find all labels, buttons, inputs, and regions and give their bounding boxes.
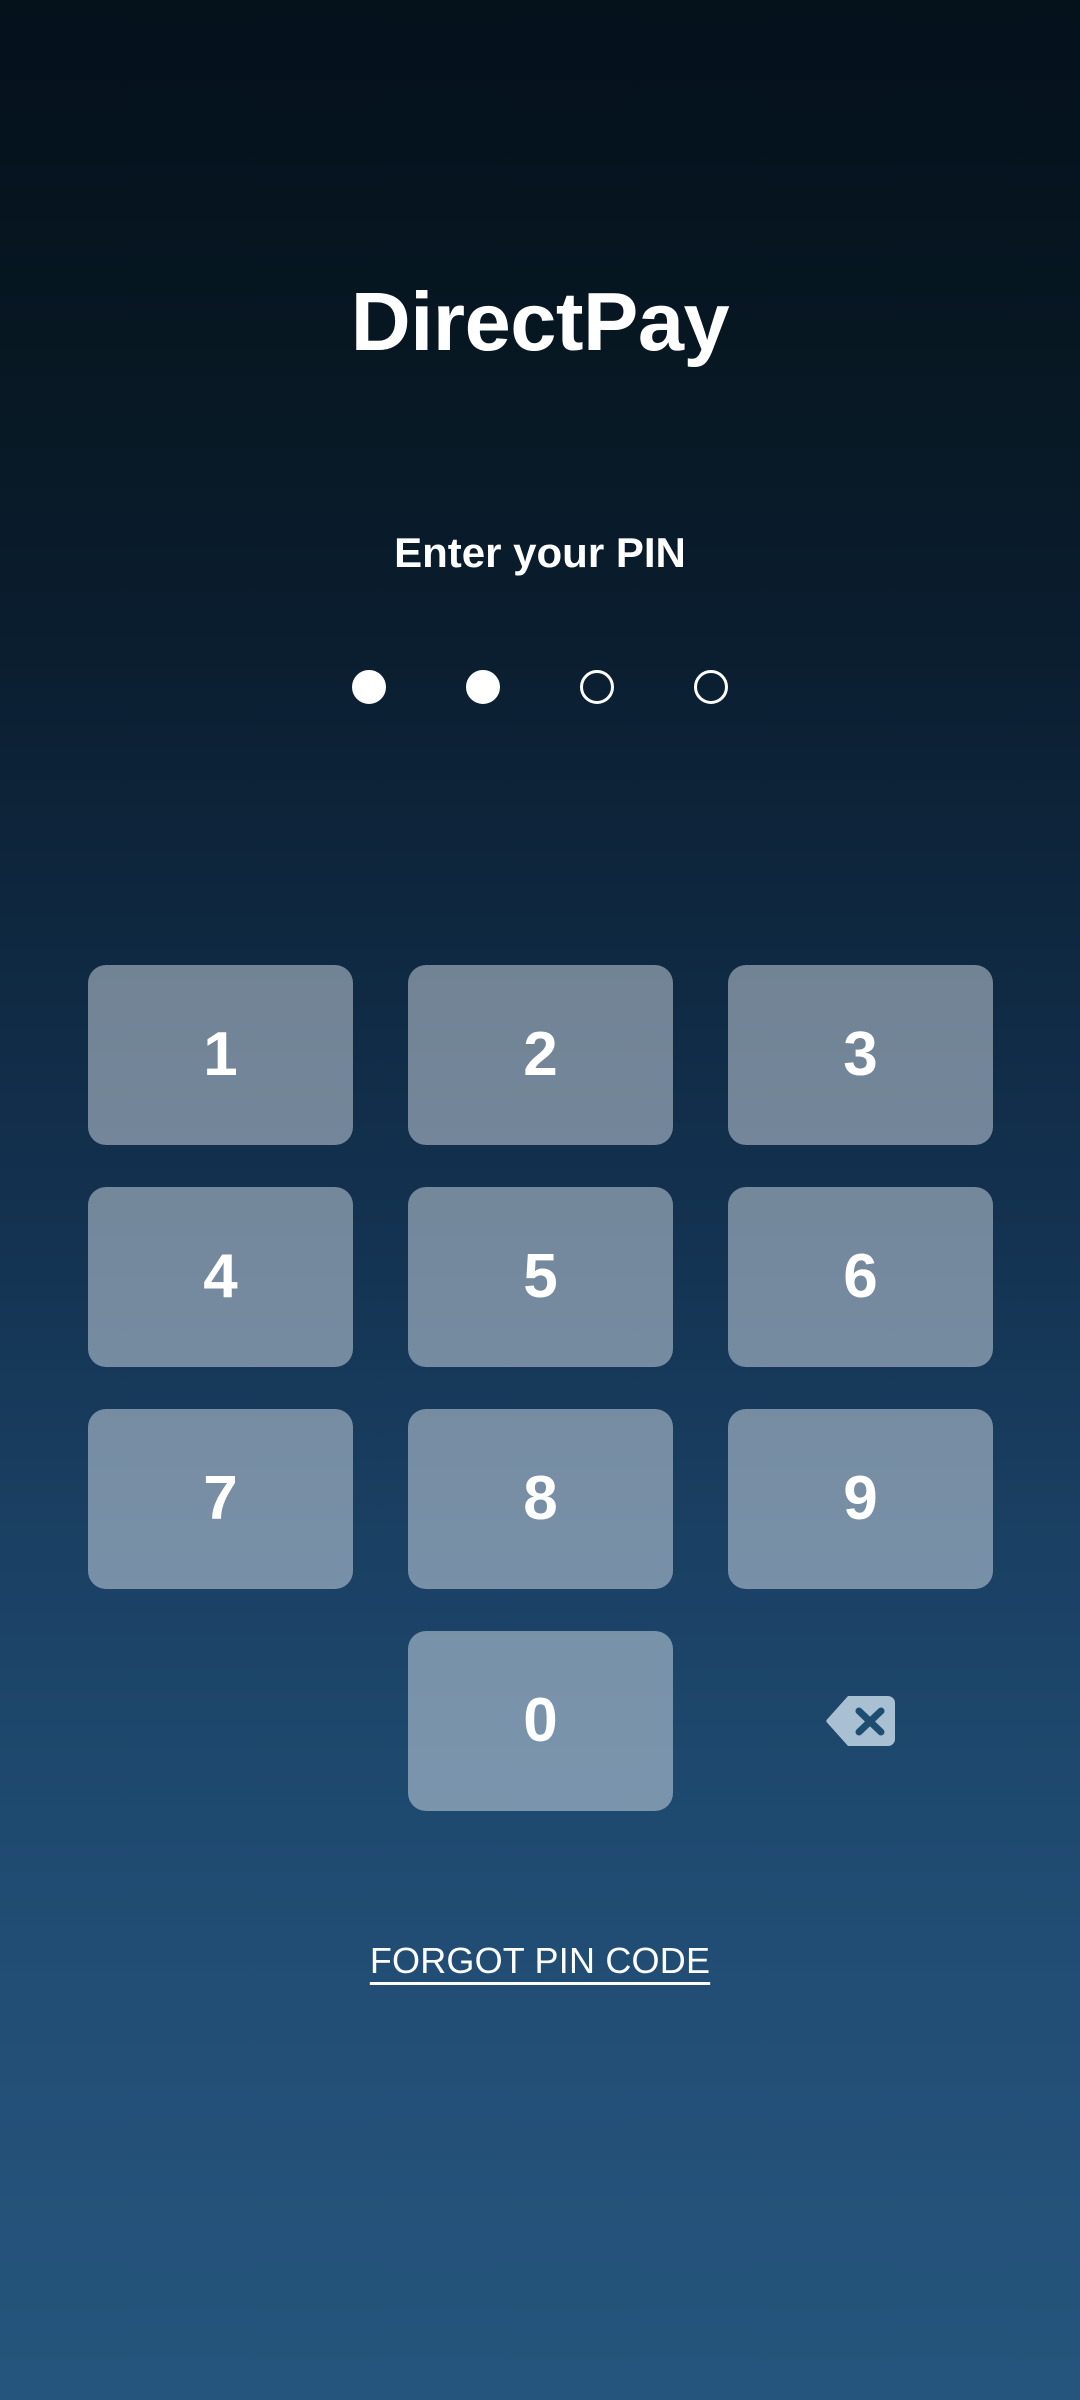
pin-dot-1 (352, 670, 386, 704)
footer: FORGOT PIN CODE (0, 1940, 1080, 1982)
keypad-key-9[interactable]: 9 (728, 1409, 993, 1589)
keypad-key-8[interactable]: 8 (408, 1409, 673, 1589)
pin-lock-screen: DirectPay Enter your PIN 1 2 3 4 5 6 7 8… (0, 0, 1080, 2400)
pin-dot-3 (580, 670, 614, 704)
keypad-key-7[interactable]: 7 (88, 1409, 353, 1589)
pin-dot-4 (694, 670, 728, 704)
keypad-key-0[interactable]: 0 (408, 1631, 673, 1811)
app-brand-title: DirectPay (350, 275, 730, 368)
keypad-key-1[interactable]: 1 (88, 965, 353, 1145)
keypad-key-5[interactable]: 5 (408, 1187, 673, 1367)
backspace-icon (824, 1693, 898, 1749)
numeric-keypad: 1 2 3 4 5 6 7 8 9 0 (88, 965, 993, 1811)
keypad-key-3[interactable]: 3 (728, 965, 993, 1145)
keypad-key-4[interactable]: 4 (88, 1187, 353, 1367)
keypad-backspace-slot (728, 1631, 993, 1811)
pin-indicator (0, 670, 1080, 704)
forgot-pin-code-link[interactable]: FORGOT PIN CODE (370, 1940, 710, 1982)
pin-prompt-label: Enter your PIN (394, 529, 686, 576)
backspace-button[interactable] (824, 1693, 898, 1749)
keypad-empty-slot (88, 1631, 353, 1811)
keypad-key-2[interactable]: 2 (408, 965, 673, 1145)
pin-dot-2 (466, 670, 500, 704)
keypad-key-6[interactable]: 6 (728, 1187, 993, 1367)
